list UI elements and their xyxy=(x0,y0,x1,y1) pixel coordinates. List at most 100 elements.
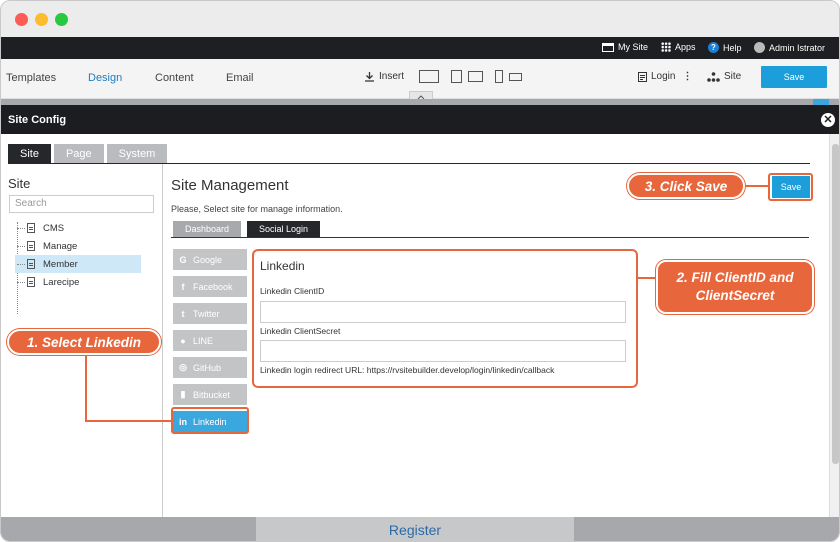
site-management: Site Management Please, Select site for … xyxy=(171,164,811,517)
apps-link[interactable]: Apps xyxy=(661,42,696,52)
tree-item-label: Member xyxy=(43,258,78,270)
insert-button[interactable]: Insert xyxy=(364,71,404,82)
sidebar-heading: Site xyxy=(8,176,31,191)
tree-item-label: Larecipe xyxy=(43,276,80,288)
provider-label: GitHub xyxy=(193,362,222,373)
page-icon xyxy=(27,259,35,269)
callout-connector xyxy=(743,185,769,187)
toolbar-save-button[interactable]: Save xyxy=(761,66,827,88)
help-link[interactable]: ? Help xyxy=(708,42,742,53)
sitemap-icon xyxy=(707,71,720,82)
tab-dashboard[interactable]: Dashboard xyxy=(173,221,242,237)
close-icon[interactable]: ✕ xyxy=(821,113,835,127)
tree-item-label: CMS xyxy=(43,222,65,234)
more-vertical-icon: ⋮ xyxy=(682,71,693,82)
help-label: Help xyxy=(723,42,742,53)
config-tabs: Site Page System xyxy=(8,144,168,163)
login-menu[interactable]: Login ⋮ xyxy=(638,71,692,82)
provider-google-button[interactable]: G Google xyxy=(173,249,247,270)
page-description: Please, Select site for manage informati… xyxy=(171,204,343,214)
provider-line-button[interactable]: ● LINE xyxy=(173,330,247,351)
provider-label: Twitter xyxy=(193,308,220,319)
callout-step2: 2. Fill ClientID and ClientSecret xyxy=(656,260,814,314)
provider-facebook-button[interactable]: f Facebook xyxy=(173,276,247,297)
panel-title: Linkedin xyxy=(260,259,305,273)
facebook-icon: f xyxy=(181,281,185,292)
document-icon xyxy=(638,71,647,82)
callout-step2-line1: 2. Fill ClientID and xyxy=(676,270,794,285)
monitor-icon xyxy=(602,42,614,52)
user-name: Admin Istrator xyxy=(769,42,826,53)
modal-header: Site Config ✕ xyxy=(1,105,839,134)
tab-system[interactable]: System xyxy=(106,144,168,163)
tablet-portrait-icon[interactable] xyxy=(451,70,462,83)
provider-label: Facebook xyxy=(193,281,233,292)
admin-bar: My Site Apps ? Help Admin Istrator xyxy=(1,37,839,59)
linkedin-highlight xyxy=(171,407,249,434)
callout-step3: 3. Click Save xyxy=(627,173,745,199)
modal-title: Site Config xyxy=(8,114,67,126)
tab-page[interactable]: Page xyxy=(53,144,104,163)
provider-bitbucket-button[interactable]: ▮ Bitbucket xyxy=(173,384,247,405)
tree-item-member[interactable]: Member xyxy=(15,255,141,273)
callout-step1: 1. Select Linkedin xyxy=(7,329,161,355)
window-titlebar xyxy=(1,1,839,37)
device-switcher xyxy=(419,70,522,83)
tree-item-manage[interactable]: Manage xyxy=(15,237,141,255)
site-menu[interactable]: Site xyxy=(707,71,741,82)
insert-label: Insert xyxy=(379,71,405,82)
page-title: Site Management xyxy=(171,177,289,194)
tab-templates[interactable]: Templates xyxy=(6,72,56,84)
management-tabs: Dashboard Social Login xyxy=(173,221,321,237)
maximize-window-button[interactable] xyxy=(55,13,68,26)
mobile-landscape-icon[interactable] xyxy=(509,72,522,81)
user-menu[interactable]: Admin Istrator xyxy=(754,42,825,53)
login-label: Login xyxy=(651,71,676,82)
provider-label: Bitbucket xyxy=(193,389,231,400)
tablet-landscape-icon[interactable] xyxy=(468,71,483,82)
tab-social-login[interactable]: Social Login xyxy=(247,221,321,237)
avatar xyxy=(754,42,765,53)
page-icon xyxy=(27,223,35,233)
desktop-icon[interactable] xyxy=(419,70,439,83)
twitter-icon: t xyxy=(181,308,185,319)
scrollbar-thumb[interactable] xyxy=(832,144,839,464)
my-site-label: My Site xyxy=(618,42,649,52)
tree-item-larecipe[interactable]: Larecipe xyxy=(15,273,141,291)
apps-grid-icon xyxy=(661,42,671,52)
tab-design[interactable]: Design xyxy=(88,72,122,84)
tree-item-cms[interactable]: CMS xyxy=(15,219,141,237)
collapse-toolbar-toggle[interactable] xyxy=(409,91,433,100)
sidebar-search-input[interactable]: Search xyxy=(9,195,154,213)
help-icon: ? xyxy=(708,42,719,53)
client-secret-label: Linkedin ClientSecret xyxy=(260,326,341,336)
bitbucket-icon: ▮ xyxy=(180,389,186,399)
tab-content[interactable]: Content xyxy=(155,72,194,84)
close-window-button[interactable] xyxy=(15,13,28,26)
site-tree: CMS Manage Member Larecipe xyxy=(15,219,141,291)
browser-window: My Site Apps ? Help Admin Istrator Templ… xyxy=(0,0,840,542)
client-id-field[interactable] xyxy=(260,301,626,323)
register-button[interactable]: Register xyxy=(256,517,574,541)
provider-github-button[interactable]: ◎ GitHub xyxy=(173,357,247,378)
line-icon: ● xyxy=(180,335,186,346)
github-icon: ◎ xyxy=(179,362,187,372)
my-site-link[interactable]: My Site xyxy=(602,42,648,52)
provider-twitter-button[interactable]: t Twitter xyxy=(173,303,247,324)
redirect-url-text: Linkedin login redirect URL: https://rvs… xyxy=(260,365,555,375)
download-icon xyxy=(365,72,374,82)
mobile-portrait-icon[interactable] xyxy=(495,70,503,83)
client-id-label: Linkedin ClientID xyxy=(260,286,325,296)
provider-label: Google xyxy=(193,254,223,265)
minimize-window-button[interactable] xyxy=(35,13,48,26)
site-label: Site xyxy=(724,71,742,82)
modal-scrollbar[interactable] xyxy=(829,134,839,517)
callout-connector xyxy=(638,277,658,279)
tab-email[interactable]: Email xyxy=(226,72,254,84)
page-footer: Register xyxy=(1,517,839,541)
page-icon xyxy=(27,241,35,251)
page-icon xyxy=(27,277,35,287)
client-secret-field[interactable] xyxy=(260,340,626,362)
tab-site[interactable]: Site xyxy=(8,144,51,163)
provider-label: LINE xyxy=(193,335,214,346)
